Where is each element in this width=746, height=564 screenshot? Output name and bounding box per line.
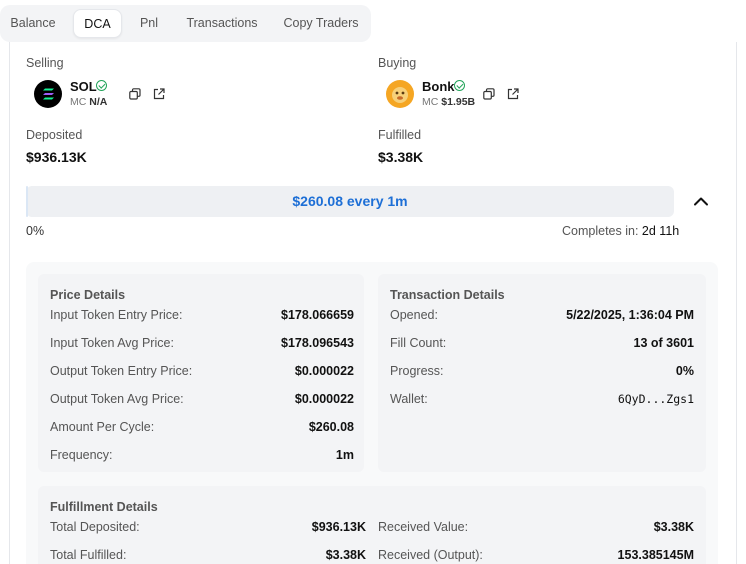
buying-label: Buying (378, 56, 417, 70)
tab-dca[interactable]: DCA (73, 9, 122, 38)
frequency-label: Frequency: (50, 448, 113, 462)
total-deposited-label: Total Deposited: (50, 520, 140, 534)
output-avg-price-label: Output Token Avg Price: (50, 392, 184, 406)
fill-count-label: Fill Count: (390, 336, 447, 350)
received-value-amount: $3.38K (653, 520, 694, 534)
received-output-amount: 153.385145M (617, 548, 694, 562)
fulfilled-label: Fulfilled (378, 128, 422, 142)
output-avg-price-value: $0.000022 (294, 392, 354, 406)
deposited-value: $936.13K (26, 149, 87, 165)
frequency-value: 1m (335, 448, 354, 462)
fill-count-value: 13 of 3601 (633, 336, 694, 350)
price-details-title: Price Details (50, 288, 126, 302)
selling-label: Selling (26, 56, 64, 70)
received-value-label: Received Value: (378, 520, 469, 534)
progress-percent: 0% (26, 224, 45, 238)
tab-pnl[interactable]: Pnl (130, 9, 168, 38)
total-fulfilled-label: Total Fulfilled: (50, 548, 127, 562)
progress-label: Progress: (390, 364, 444, 378)
tab-transactions[interactable]: Transactions (180, 9, 264, 38)
copy-icon[interactable] (129, 88, 141, 100)
chevron-up-icon[interactable] (693, 195, 709, 207)
total-fulfilled-value: $3.38K (325, 548, 366, 562)
transaction-details-title: Transaction Details (390, 288, 505, 302)
price-details-card: Price Details Input Token Entry Price: $… (38, 274, 364, 472)
output-entry-price-value: $0.000022 (294, 364, 354, 378)
tab-bar: Balance DCA Pnl Transactions Copy Trader… (0, 5, 371, 42)
sol-verified-icon (96, 80, 107, 91)
input-entry-price-value: $178.066659 (281, 308, 354, 322)
buying-token-name: Bonk (422, 79, 455, 94)
input-avg-price-label: Input Token Avg Price: (50, 336, 174, 350)
copy-icon[interactable] (483, 88, 495, 100)
external-link-icon[interactable] (507, 88, 519, 100)
selling-market-cap: MC N/A (70, 96, 108, 108)
received-output-label: Received (Output): (378, 548, 483, 562)
progress-value: 0% (675, 364, 694, 378)
progress-amount-text: $260.08 every 1m (292, 193, 408, 209)
tab-copy-traders[interactable]: Copy Traders (276, 9, 366, 38)
amount-per-cycle-value: $260.08 (308, 420, 354, 434)
output-entry-price-label: Output Token Entry Price: (50, 364, 193, 378)
external-link-icon[interactable] (153, 88, 165, 100)
bonk-verified-icon (454, 80, 465, 91)
buying-market-cap: MC $1.95B (422, 96, 476, 108)
total-deposited-value: $936.13K (311, 520, 366, 534)
deposited-label: Deposited (26, 128, 83, 142)
opened-label: Opened: (390, 308, 438, 322)
dca-progress-bar: $260.08 every 1m (26, 186, 674, 217)
sol-logo-icon (34, 80, 62, 108)
fulfilled-value: $3.38K (378, 149, 424, 165)
selling-token-name: SOL (70, 79, 97, 94)
transaction-details-card: Transaction Details Opened: 5/22/2025, 1… (378, 274, 706, 472)
bonk-logo-icon (386, 80, 414, 108)
fulfillment-details-title: Fulfillment Details (50, 500, 158, 514)
input-avg-price-value: $178.096543 (281, 336, 354, 350)
fulfillment-details-card: Fulfillment Details Total Deposited: $93… (38, 486, 706, 564)
opened-value: 5/22/2025, 1:36:04 PM (566, 308, 694, 322)
wallet-address[interactable]: 6QyD...Zgs1 (618, 392, 694, 406)
input-entry-price-label: Input Token Entry Price: (50, 308, 183, 322)
completes-in: Completes in: 2d 11h (562, 224, 680, 238)
wallet-label: Wallet: (390, 392, 428, 406)
amount-per-cycle-label: Amount Per Cycle: (50, 420, 155, 434)
tab-balance[interactable]: Balance (4, 9, 62, 38)
